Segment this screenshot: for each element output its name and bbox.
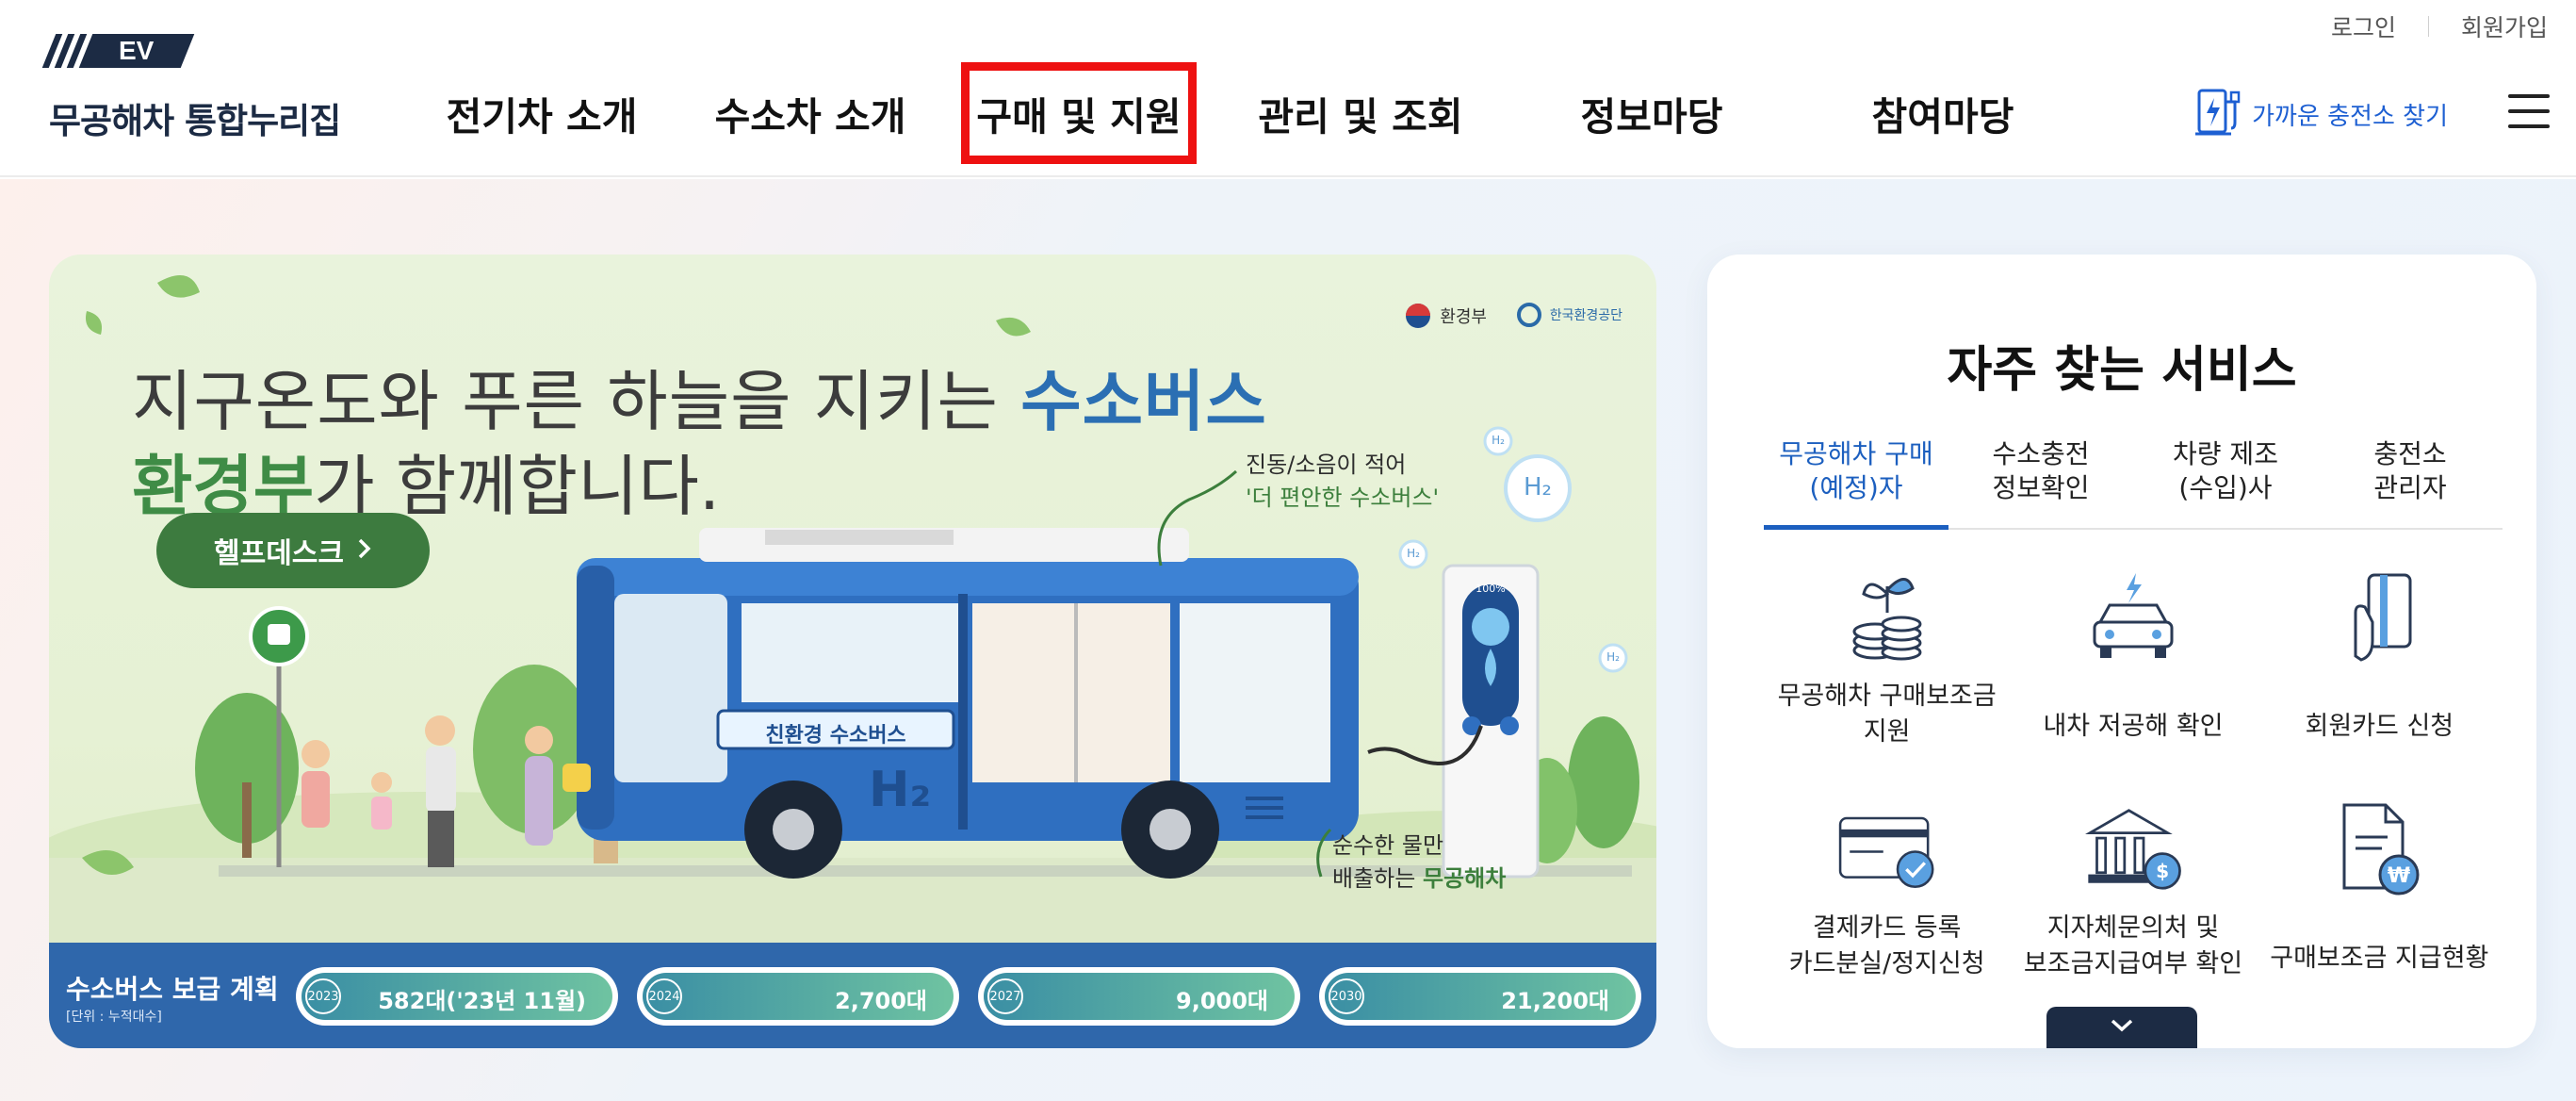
services-title: 자주 찾는 서비스 xyxy=(1947,342,2297,399)
card-check-icon xyxy=(1835,797,1939,901)
supply-plan-unit: [단위 : 누적대수] xyxy=(66,1010,162,1025)
keco-name: 한국환경공단 xyxy=(1549,308,1622,323)
car-electric-icon xyxy=(2081,566,2185,669)
charger-level: 100% xyxy=(1475,583,1506,595)
card-hand-icon xyxy=(2327,566,2431,669)
site-logo[interactable]: EV 무공해차 통합누리집 xyxy=(41,34,341,143)
callout-water-only: 순수한 물만 배출하는 무공해차 xyxy=(1332,832,1507,892)
tab-manufacturer[interactable]: 차량 제조 (수입)사 xyxy=(2133,437,2318,528)
logo-stripes xyxy=(41,34,88,68)
h2-bubble: H₂ xyxy=(1606,650,1620,664)
coins-sprout-icon xyxy=(1835,566,1939,669)
supply-stat-2027: 2027 9,000대 xyxy=(978,967,1300,1026)
bus-side-label: 친환경 수소버스 xyxy=(765,724,906,748)
util-divider xyxy=(2427,16,2429,37)
helpdesk-label: 헬프데스크 xyxy=(214,537,344,570)
document-won-icon: ₩ xyxy=(2327,797,2431,901)
service-member-card[interactable]: 회원카드 신청 xyxy=(2257,566,2503,773)
stat-value: 21,200대 xyxy=(1501,988,1609,1014)
supply-plan-title: 수소버스 보급 계획 xyxy=(66,974,279,1005)
nav-item-purchase-support[interactable]: 구매 및 지원 xyxy=(961,62,1197,164)
charging-station-icon xyxy=(2193,85,2242,144)
hamburger-menu-icon[interactable] xyxy=(2508,94,2550,128)
supply-stat-2030: 2030 21,200대 xyxy=(1319,967,1641,1026)
bus-h2-mark: H₂ xyxy=(869,762,932,818)
h2-bubble: H₂ xyxy=(1492,434,1505,447)
nav-item-hydrogen-intro[interactable]: 수소차 소개 xyxy=(660,62,961,164)
nav-item-management[interactable]: 관리 및 조회 xyxy=(1197,62,1524,164)
tab-hydrogen-charging[interactable]: 수소충전 정보확인 xyxy=(1948,437,2133,528)
service-label: 구매보조금 지급현황 xyxy=(2270,944,2489,973)
chevron-down-icon xyxy=(2110,1018,2134,1037)
expand-services-button[interactable] xyxy=(2046,1007,2197,1048)
svg-text:₩: ₩ xyxy=(2388,864,2410,888)
callout-quiet-ride: 진동/소음이 적어 '더 편안한 수소버스' xyxy=(1246,452,1440,511)
ministry-logo: 환경부 xyxy=(1404,302,1487,330)
tab-station-manager[interactable]: 충전소 관리자 xyxy=(2318,437,2503,528)
service-subsidy-support[interactable]: 무공해차 구매보조금 지원 xyxy=(1764,566,2010,773)
login-link[interactable]: 로그인 xyxy=(2331,9,2396,43)
service-label: 내차 저공해 확인 xyxy=(2043,712,2224,741)
service-payment-card[interactable]: 결제카드 등록 카드분실/정지신청 xyxy=(1764,797,2010,1005)
site-header: 로그인 회원가입 EV 무공해차 통합누리집 전기차 소개 수소차 소개 구매 … xyxy=(0,0,2576,177)
signup-link[interactable]: 회원가입 xyxy=(2461,9,2548,43)
service-label: 회원카드 신청 xyxy=(2305,712,2454,741)
bus-supply-plan-bar: 수소버스 보급 계획 [단위 : 누적대수] 2023 582대('23년 11… xyxy=(49,943,1656,1048)
find-station-label: 가까운 충전소 찾기 xyxy=(2252,103,2448,131)
nav-item-participation[interactable]: 참여마당 xyxy=(1779,62,2107,164)
stat-year: 2024 xyxy=(646,978,682,1014)
main-navigation: 전기차 소개 수소차 소개 구매 및 지원 관리 및 조회 정보마당 참여마당 xyxy=(424,62,2107,164)
nav-item-ev-intro[interactable]: 전기차 소개 xyxy=(424,62,660,164)
svg-text:$: $ xyxy=(2156,860,2169,882)
helpdesk-button[interactable]: 헬프데스크 xyxy=(156,513,430,588)
supply-stat-2023: 2023 582대('23년 11월) xyxy=(296,967,618,1026)
service-low-emission-check[interactable]: 내차 저공해 확인 xyxy=(2010,566,2256,773)
stat-year: 2030 xyxy=(1329,978,1364,1014)
stat-year: 2023 xyxy=(305,978,341,1014)
service-label: 결제카드 등록 카드분실/정지신청 xyxy=(1788,913,1985,978)
logo-text: 무공해차 통합누리집 xyxy=(49,101,341,141)
tab-ev-buyer[interactable]: 무공해차 구매 (예정)자 xyxy=(1764,437,1948,530)
service-label: 지자체문의처 및 보조금지급여부 확인 xyxy=(2023,913,2243,978)
ev-badge: EV xyxy=(41,34,340,68)
bank-dollar-icon: $ xyxy=(2081,797,2185,901)
h2-bubble: H₂ xyxy=(1407,547,1420,560)
service-local-gov-contact[interactable]: $ 지자체문의처 및 보조금지급여부 확인 xyxy=(2010,797,2256,1005)
find-station-link[interactable]: 가까운 충전소 찾기 xyxy=(2193,85,2448,144)
banner-headline: 지구온도와 푸른 하늘을 지키는 수소버스 xyxy=(132,363,1267,440)
stat-value: 2,700대 xyxy=(835,988,927,1014)
nav-item-info[interactable]: 정보마당 xyxy=(1524,62,1779,164)
frequent-services-panel: 자주 찾는 서비스 무공해차 구매 (예정)자 수소충전 정보확인 차량 제조 … xyxy=(1707,255,2536,1048)
service-subsidy-status[interactable]: ₩ 구매보조금 지급현황 xyxy=(2257,797,2503,1005)
stat-value: 582대('23년 11월) xyxy=(378,988,586,1014)
services-tabs: 무공해차 구매 (예정)자 수소충전 정보확인 차량 제조 (수입)사 충전소 … xyxy=(1764,437,2503,530)
service-label: 무공해차 구매보조금 지원 xyxy=(1777,682,1997,747)
chevron-right-icon xyxy=(357,534,372,567)
supply-stat-2024: 2024 2,700대 xyxy=(637,967,959,1026)
stat-value: 9,000대 xyxy=(1176,988,1268,1014)
ev-mark: EV xyxy=(78,34,195,68)
h2-bubble: H₂ xyxy=(1524,473,1552,501)
ministry-name: 환경부 xyxy=(1440,307,1487,327)
stat-year: 2027 xyxy=(987,978,1023,1014)
utility-links: 로그인 회원가입 xyxy=(2331,9,2548,43)
keco-logo: 한국환경공단 xyxy=(1516,302,1622,328)
services-grid: 무공해차 구매보조금 지원 내차 저공해 확인 회원카드 신청 결제카드 등록 … xyxy=(1764,566,2503,1005)
hero-banner[interactable]: 환경부 한국환경공단 지구온도와 푸른 하늘을 지키는 수소버스 환경부가 함께… xyxy=(49,255,1656,1048)
